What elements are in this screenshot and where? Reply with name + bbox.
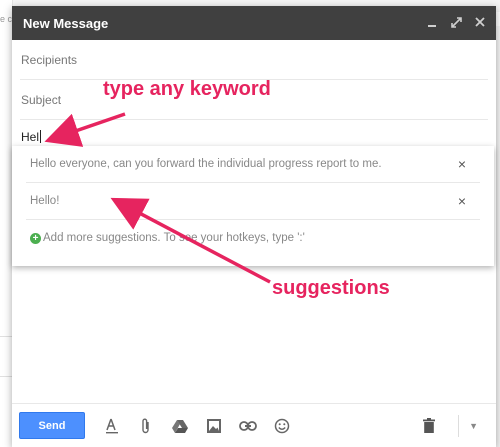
keyword-arrow xyxy=(44,112,126,147)
suggestions-arrow xyxy=(110,197,271,284)
annotation-keyword-label: type any keyword xyxy=(103,78,271,100)
annotation-arrows xyxy=(44,112,271,284)
annotation-suggestions-label: suggestions xyxy=(272,277,390,299)
